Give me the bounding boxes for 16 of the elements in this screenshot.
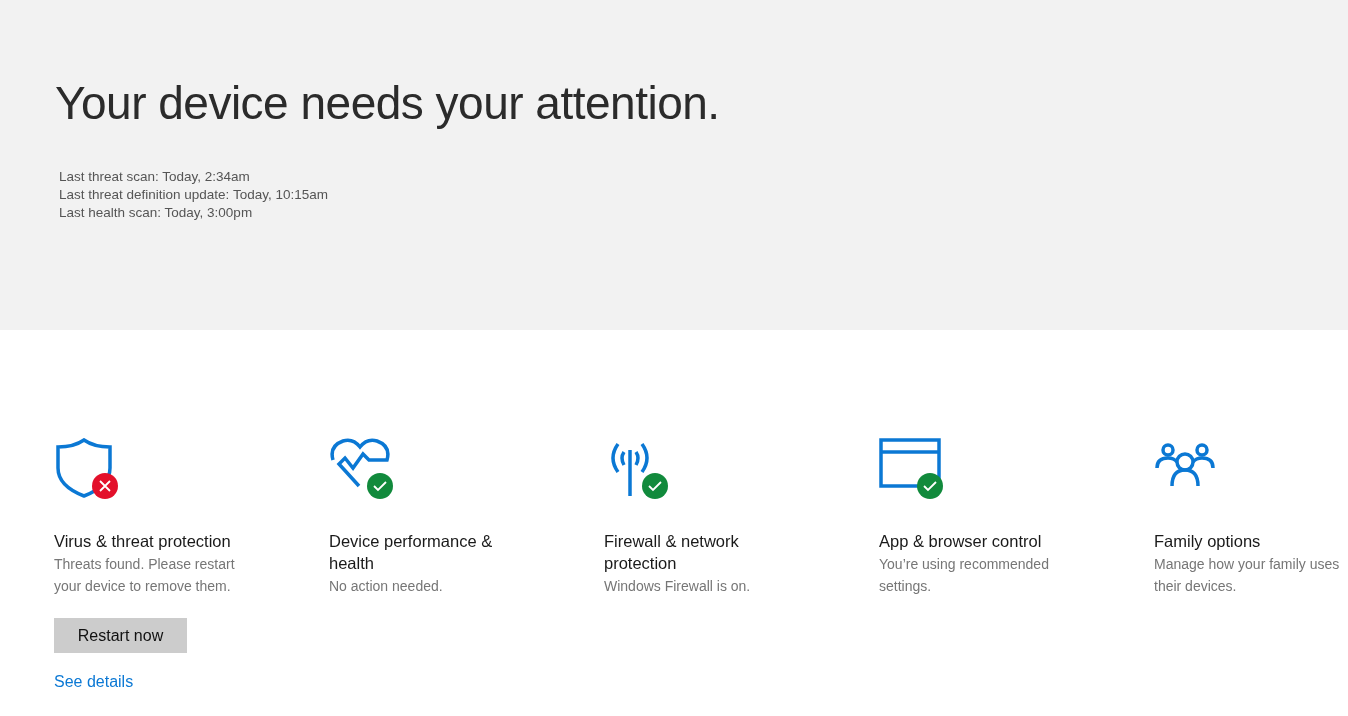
page-title: Your device needs your attention. [55,76,721,130]
restart-button[interactable]: Restart now [54,618,187,653]
tile-description: You’re using recommended settings. [879,555,1050,596]
tile-title: App & browser control [879,531,1043,552]
scan-info-text: Last threat scan: Today, 2:34am [59,168,251,186]
tile-title: Device performance & health [329,531,494,574]
tile-description: Windows Firewall is on. [604,577,752,596]
tile-title: Firewall & network protection [604,531,740,574]
tile-title: Virus & threat protection [54,531,232,552]
tile-description: Threats found. Please restart your device to remove them. [54,555,236,596]
scan-info-text: Last threat definition update: Today, 10:15am [59,186,329,204]
tile-title: Family options [1154,531,1262,552]
tile-description: No action needed. [329,577,444,596]
scan-info-text: Last health scan: Today, 3:00pm [59,204,254,222]
tile-description: Manage how your family uses their devices. [1154,555,1341,596]
see-details-link[interactable]: See details [54,673,134,691]
